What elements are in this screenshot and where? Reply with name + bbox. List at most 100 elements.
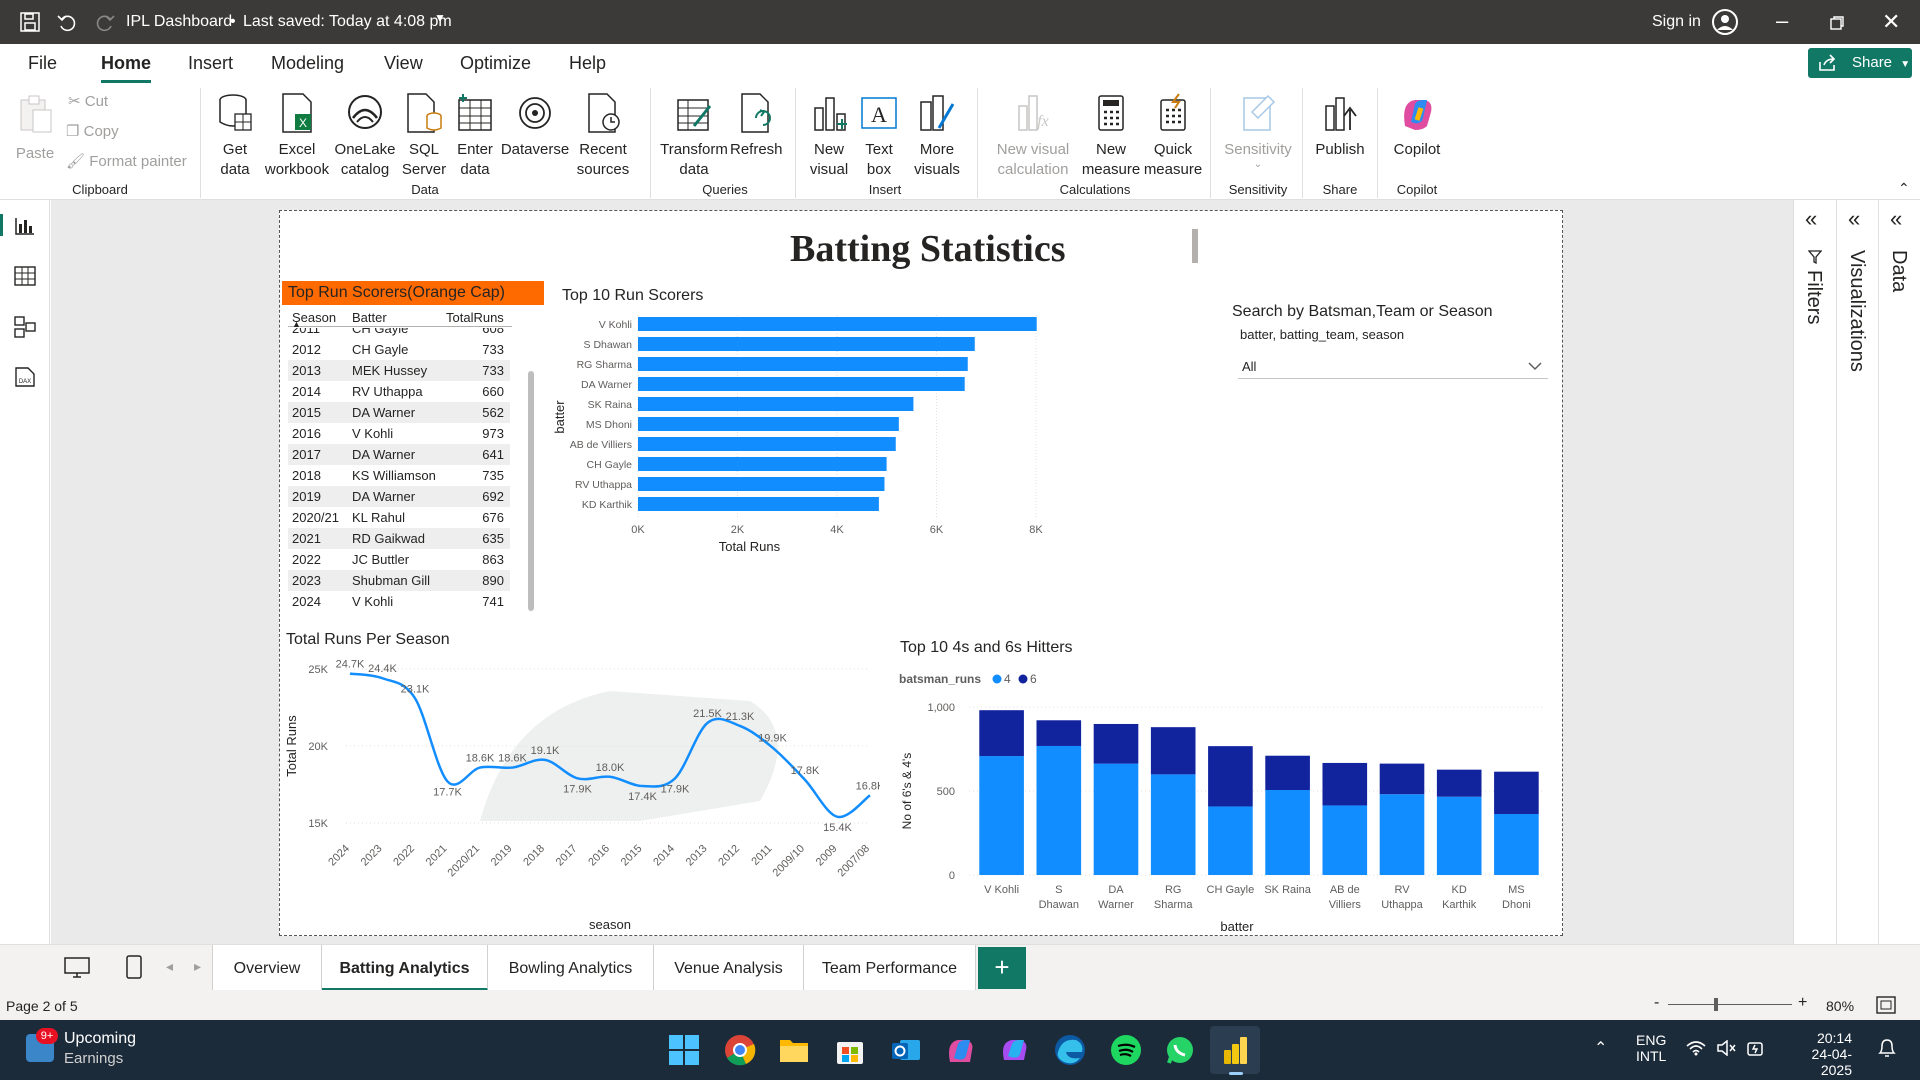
- menu-modeling[interactable]: Modeling: [271, 53, 344, 74]
- whatsapp-icon[interactable]: [1164, 1034, 1196, 1066]
- table-row[interactable]: 2018 KS Williamson 735: [288, 465, 510, 486]
- last-saved-label[interactable]: Last saved: Today at 4:08 pm: [243, 13, 452, 31]
- slicer-dropdown[interactable]: All: [1238, 353, 1548, 379]
- table-row[interactable]: 2016 V Kohli 973: [288, 423, 510, 444]
- collapse-ribbon-icon[interactable]: ⌃: [1898, 180, 1910, 197]
- recent-sources-button[interactable]: Recent sources: [572, 92, 634, 180]
- menu-home[interactable]: Home: [101, 53, 152, 83]
- sql-server-button[interactable]: SQL Server: [400, 92, 448, 180]
- expand-visualizations-icon[interactable]: «: [1848, 206, 1860, 232]
- desktop-layout-icon[interactable]: [64, 957, 90, 979]
- bar-segment[interactable]: [1150, 774, 1196, 875]
- bar-segment[interactable]: [979, 756, 1024, 875]
- table-body[interactable]: 2011 CH Gayle 608 2012 CH Gayle 733 2013 MEK…: [288, 328, 512, 626]
- data-point[interactable]: [543, 758, 547, 762]
- tab-batting-analytics[interactable]: Batting Analytics: [322, 945, 488, 991]
- bar[interactable]: [638, 357, 968, 371]
- dataverse-button[interactable]: Dataverse: [500, 92, 570, 160]
- file-explorer-icon[interactable]: [778, 1034, 810, 1066]
- legend-marker[interactable]: [1018, 674, 1028, 684]
- table-row[interactable]: 2019 DA Warner 692: [288, 486, 510, 507]
- bar-segment[interactable]: [1093, 723, 1139, 764]
- data-point[interactable]: [738, 724, 742, 728]
- data-pane-label[interactable]: Data: [1887, 250, 1910, 292]
- account-icon[interactable]: [1712, 9, 1738, 35]
- data-point[interactable]: [868, 793, 872, 797]
- data-point[interactable]: [803, 778, 807, 782]
- new-visual-button[interactable]: New visual: [804, 92, 854, 180]
- scroll-left-icon[interactable]: ◂: [166, 958, 173, 975]
- data-point[interactable]: [706, 721, 710, 725]
- save-icon[interactable]: [20, 12, 40, 32]
- onelake-catalog-button[interactable]: OneLake catalog: [332, 92, 398, 180]
- widget-subtitle[interactable]: Earnings: [64, 1050, 123, 1067]
- table-view-icon[interactable]: [14, 266, 36, 286]
- data-point[interactable]: [348, 672, 352, 676]
- bar[interactable]: [638, 337, 975, 351]
- zoom-level[interactable]: 80%: [1826, 998, 1854, 1014]
- bar-segment[interactable]: [1322, 805, 1368, 875]
- m365-icon[interactable]: [998, 1034, 1030, 1066]
- bar[interactable]: [638, 377, 965, 391]
- new-measure-button[interactable]: New measure: [1080, 92, 1142, 180]
- more-visuals-button[interactable]: More visuals: [904, 92, 970, 180]
- expand-filters-icon[interactable]: «: [1805, 206, 1817, 232]
- tab-bowling-analytics[interactable]: Bowling Analytics: [488, 945, 654, 991]
- data-point[interactable]: [608, 775, 612, 779]
- column-header-batter[interactable]: Batter: [352, 310, 387, 325]
- legend-label[interactable]: 6: [1030, 672, 1037, 686]
- transform-data-button[interactable]: Transform data: [658, 92, 730, 180]
- table-row[interactable]: 2023 Shubman Gill 890: [288, 570, 510, 591]
- bar-segment[interactable]: [1494, 814, 1539, 875]
- table-row[interactable]: 2015 DA Warner 562: [288, 402, 510, 423]
- table-row[interactable]: 2012 CH Gayle 733: [288, 339, 510, 360]
- battery-icon[interactable]: [1746, 1038, 1766, 1058]
- zoom-slider-thumb[interactable]: [1714, 998, 1718, 1011]
- bar-segment[interactable]: [1322, 762, 1368, 806]
- spotify-icon[interactable]: [1110, 1034, 1142, 1066]
- table-row[interactable]: 2013 MEK Hussey 733: [288, 360, 510, 381]
- quick-measure-button[interactable]: Quick measure: [1142, 92, 1204, 180]
- menu-help[interactable]: Help: [569, 53, 606, 74]
- power-bi-icon[interactable]: [1220, 1034, 1252, 1066]
- get-data-button[interactable]: Get data: [208, 92, 262, 180]
- column-header-totalruns[interactable]: TotalRuns: [446, 310, 504, 325]
- zoom-out-button[interactable]: -: [1654, 994, 1659, 1012]
- copilot-app-icon[interactable]: [944, 1034, 976, 1066]
- undo-icon[interactable]: [56, 11, 78, 33]
- add-page-button[interactable]: +: [978, 947, 1026, 989]
- bar[interactable]: [638, 457, 887, 471]
- bar[interactable]: [638, 437, 896, 451]
- top-run-scorers-chart[interactable]: V Kohli S Dhawan RG Sharma DA Warner SK Rain…: [550, 311, 1190, 621]
- microsoft-store-icon[interactable]: [834, 1034, 866, 1066]
- bar-segment[interactable]: [1208, 806, 1253, 875]
- data-point[interactable]: [576, 776, 580, 780]
- chrome-icon[interactable]: [724, 1034, 756, 1066]
- data-point[interactable]: [381, 676, 385, 680]
- bar-segment[interactable]: [1265, 755, 1310, 790]
- enter-data-button[interactable]: Enter data: [450, 92, 500, 180]
- menu-view[interactable]: View: [384, 53, 423, 74]
- bar[interactable]: [638, 497, 879, 511]
- edge-icon[interactable]: [1054, 1034, 1086, 1066]
- tab-overview[interactable]: Overview: [212, 945, 322, 991]
- table-scrollbar[interactable]: [528, 371, 534, 611]
- table-row[interactable]: 2020/21 KL Rahul 676: [288, 507, 510, 528]
- filters-pane-label[interactable]: Filters: [1802, 270, 1825, 324]
- excel-workbook-button[interactable]: X Excel workbook: [262, 92, 332, 180]
- windows-start-icon[interactable]: [668, 1034, 700, 1066]
- wifi-icon[interactable]: [1686, 1040, 1706, 1056]
- publish-button[interactable]: Publish: [1310, 92, 1370, 160]
- data-point[interactable]: [413, 696, 417, 700]
- bar-segment[interactable]: [1036, 720, 1082, 746]
- table-row[interactable]: 2011 CH Gayle 608: [288, 328, 510, 339]
- report-page[interactable]: Batting Statistics Top Run Scorers(Orang…: [279, 210, 1563, 936]
- clock[interactable]: 20:14 24-04-2025: [1786, 1030, 1852, 1078]
- table-row[interactable]: 2024 V Kohli 741: [288, 591, 510, 612]
- text-box-button[interactable]: A Text box: [856, 92, 902, 180]
- sign-in-link[interactable]: Sign in: [1652, 13, 1701, 31]
- data-point[interactable]: [673, 776, 677, 780]
- visualizations-pane-label[interactable]: Visualizations: [1845, 250, 1868, 372]
- menu-optimize[interactable]: Optimize: [460, 53, 531, 74]
- data-point[interactable]: [641, 784, 645, 788]
